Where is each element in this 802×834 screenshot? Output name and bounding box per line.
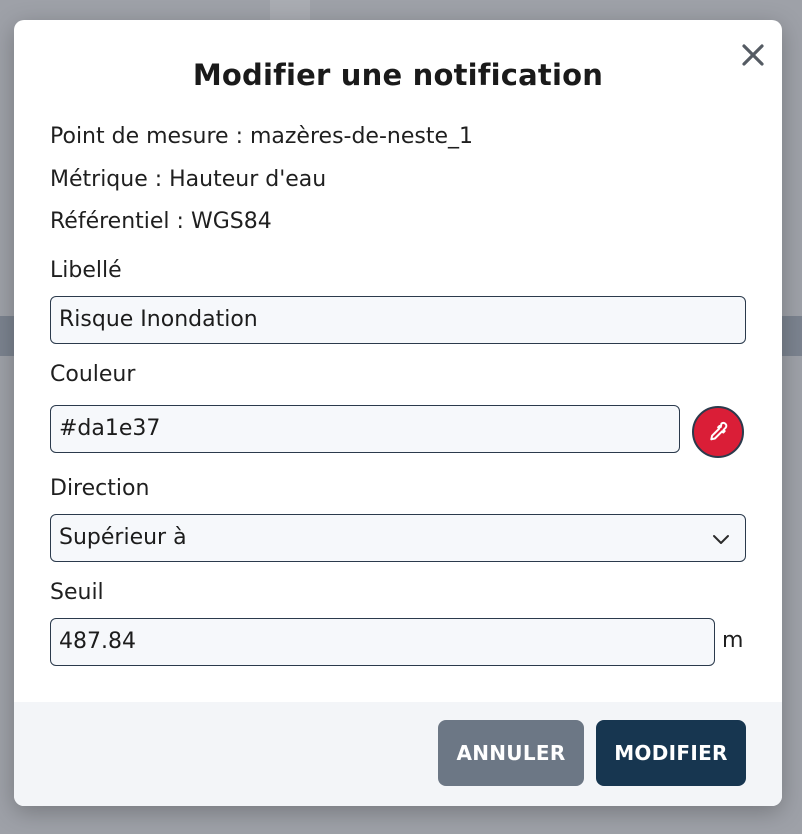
- dialog-footer: ANNULER MODIFIER: [14, 702, 782, 806]
- direction-field-title: Direction: [50, 476, 150, 501]
- modify-button[interactable]: MODIFIER: [596, 720, 746, 786]
- color-input[interactable]: #da1e37: [50, 405, 680, 453]
- cancel-button[interactable]: ANNULER: [438, 720, 584, 786]
- measure-point-info: Point de mesure : mazères-de-neste_1: [50, 124, 474, 149]
- chevron-down-icon: [713, 535, 729, 544]
- threshold-unit: m: [722, 628, 744, 653]
- edit-notification-dialog: Modifier une notification Point de mesur…: [14, 20, 782, 806]
- threshold-field-title: Seuil: [50, 580, 104, 605]
- eyedropper-icon: [710, 421, 728, 441]
- metric-info: Métrique : Hauteur d'eau: [50, 167, 327, 192]
- referential-info: Référentiel : WGS84: [50, 209, 272, 234]
- direction-select[interactable]: Supérieur à: [50, 514, 746, 562]
- label-field-title: Libellé: [50, 258, 122, 283]
- dialog-title: Modifier une notification: [192, 58, 604, 92]
- background-app-element: [270, 0, 310, 20]
- threshold-input[interactable]: 487.84: [50, 618, 715, 666]
- direction-selected-value: Supérieur à: [59, 525, 187, 550]
- label-input[interactable]: Risque Inondation: [50, 296, 746, 344]
- color-picker-button[interactable]: [692, 406, 744, 458]
- color-field-title: Couleur: [50, 362, 136, 387]
